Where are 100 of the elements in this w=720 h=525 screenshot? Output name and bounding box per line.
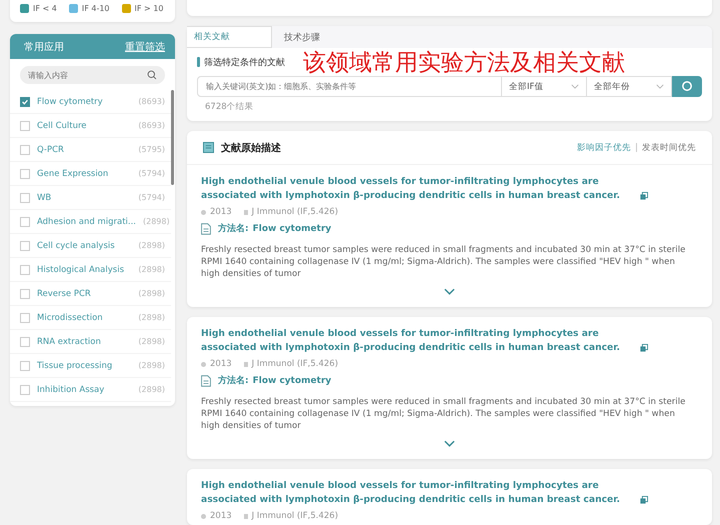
if-dropdown[interactable]: 全部IF值	[502, 76, 587, 97]
square-icon	[244, 514, 248, 518]
annotation-text: 该领域常用实验方法及相关文献	[303, 48, 625, 78]
tab[interactable]: 相关文献	[187, 26, 272, 48]
checkbox[interactable]	[20, 360, 30, 370]
keyword-field[interactable]: 输入关键词(英文)如：细胞系、实验条件等	[197, 76, 502, 97]
item-count: (2898)	[143, 217, 170, 226]
publication-year: 2013	[210, 359, 232, 369]
item-count: (2898)	[138, 241, 165, 250]
legend-label: IF < 4	[33, 4, 57, 12]
filter-item[interactable]: WB (5794)	[10, 186, 171, 210]
copy-icon[interactable]	[640, 192, 648, 200]
filter-item[interactable]: Reverse PCR (2898)	[10, 282, 171, 306]
item-count: (5794)	[138, 169, 165, 178]
item-label: Cell Culture	[37, 120, 88, 130]
item-label: Inhibition Assay	[37, 384, 106, 394]
tab[interactable]: 技术步骤	[272, 26, 332, 48]
scrollbar[interactable]	[171, 90, 174, 185]
dot-icon	[201, 210, 206, 214]
search-field[interactable]: 请输入内容	[20, 66, 165, 84]
section-title: 文献原始描述	[221, 142, 282, 154]
item-label: WB	[37, 192, 52, 202]
document-icon	[203, 142, 214, 153]
item-count: (2898)	[138, 265, 165, 274]
document-icon	[201, 374, 211, 386]
item-count: (8693)	[138, 121, 165, 130]
dot-icon	[201, 514, 206, 518]
method-label: 方法名:	[218, 374, 249, 387]
item-label: Q-PCR	[37, 144, 65, 154]
filter-item[interactable]: Tissue processing (2898)	[10, 354, 171, 378]
article-title-link[interactable]: High endothelial venule blood vessels for tumor-infiltrating lymphocytes are associated with lymphotoxin β-producing dendritic cells in human breast cancer.	[201, 327, 634, 355]
abstract-text: Freshly resected breast tumor samples were reduced in small fragments and incubated 30 min at 37°C in sterile RPMI 1640 containing collagenase IV (1 mg/ml; Sigma-Aldrich). The samples were classified "HEV high " when high densities of tumor	[201, 396, 686, 432]
item-count: (2898)	[138, 313, 165, 322]
item-label: Histological Analysis	[37, 264, 126, 274]
abstract-text: Freshly resected breast tumor samples were reduced in small fragments and incubated 30 min at 37°C in sterile RPMI 1640 containing collagenase IV (1 mg/ml; Sigma-Aldrich). The samples were classified "HEV high " when high densities of tumor	[201, 244, 686, 280]
document-icon	[201, 222, 211, 234]
legend-label: IF > 10	[134, 4, 164, 12]
method-label: 方法名:	[218, 222, 249, 235]
article-title-link[interactable]: High endothelial venule blood vessels for tumor-infiltrating lymphocytes are associated with lymphotoxin β-producing dendritic cells in human breast cancer.	[201, 175, 634, 203]
item-label: Adhesion and migrati...	[37, 216, 136, 226]
filter-item[interactable]: Inhibition Assay (2898)	[10, 378, 171, 402]
filter-item[interactable]: RNA extraction (2898)	[10, 330, 171, 354]
method-name: Flow cytometry	[252, 224, 332, 234]
item-count: (8693)	[138, 97, 165, 106]
journal-name: J Immunol (IF,5.426)	[252, 207, 338, 217]
legend-label: IF 4-10	[82, 4, 110, 12]
item-count: (2898)	[138, 289, 165, 298]
article-title-link[interactable]: High endothelial venule blood vessels for tumor-infiltrating lymphocytes are associated with lymphotoxin β-producing dendritic cells in human breast cancer.	[201, 479, 634, 507]
filter-item[interactable]: Microdissection (2898)	[10, 306, 171, 330]
checkbox[interactable]	[20, 264, 30, 274]
checkbox[interactable]	[20, 312, 30, 322]
sort-link[interactable]: 影响因子优先	[577, 142, 631, 154]
checkbox[interactable]	[20, 240, 30, 250]
dot-icon	[201, 362, 206, 366]
reset-filter-link[interactable]: 重置筛选	[125, 40, 165, 54]
filter-item[interactable]: Adhesion and migrati... (2898)	[10, 210, 171, 234]
item-label: Flow cytometry	[37, 96, 104, 106]
checkbox[interactable]	[20, 216, 30, 226]
item-label: Reverse PCR	[37, 288, 92, 298]
checkbox[interactable]	[20, 144, 30, 154]
item-label: Gene Expression	[37, 168, 110, 178]
filter-item[interactable]: Cell cycle analysis (2898)	[10, 234, 171, 258]
expand-chevron-icon[interactable]	[444, 288, 455, 295]
checkbox[interactable]	[20, 192, 30, 202]
filter-item[interactable]: Histological Analysis (2898)	[10, 258, 171, 282]
item-count: (2898)	[138, 385, 165, 394]
sort-link[interactable]: 发表时间优先	[642, 142, 696, 154]
filter-item[interactable]: Flow cytometry (8693)	[10, 90, 171, 114]
journal-name: J Immunol (IF,5.426)	[252, 359, 338, 369]
item-label: Microdissection	[37, 312, 104, 322]
year-dropdown[interactable]: 全部年份	[587, 76, 672, 97]
publication-year: 2013	[210, 207, 232, 217]
checkbox[interactable]	[20, 96, 30, 106]
item-count: (5795)	[138, 145, 165, 154]
checkbox[interactable]	[20, 168, 30, 178]
method-name: Flow cytometry	[252, 376, 332, 386]
checkbox[interactable]	[20, 384, 30, 394]
checkbox[interactable]	[20, 336, 30, 346]
sidebar-title: 常用应用	[24, 40, 64, 54]
item-count: (2898)	[138, 337, 165, 346]
filter-heading: 筛选特定条件的文献	[204, 56, 285, 68]
filter-item[interactable]: Gene Expression (5794)	[10, 162, 171, 186]
chevron-icon	[656, 84, 664, 89]
item-count: (2898)	[138, 361, 165, 370]
copy-icon[interactable]	[640, 496, 648, 504]
expand-chevron-icon[interactable]	[444, 440, 455, 447]
checkbox[interactable]	[20, 288, 30, 298]
result-count: 6728个结果	[205, 101, 255, 113]
item-label: Cell cycle analysis	[37, 240, 116, 250]
square-icon	[244, 210, 248, 214]
item-label: RNA extraction	[37, 336, 102, 346]
item-label: Tissue processing	[37, 360, 114, 370]
publication-year: 2013	[210, 511, 232, 521]
square-icon	[244, 362, 248, 366]
search-button[interactable]	[672, 76, 702, 97]
journal-name: J Immunol (IF,5.426)	[252, 511, 338, 521]
chevron-icon	[571, 84, 579, 89]
item-count: (5794)	[138, 193, 165, 202]
checkbox[interactable]	[20, 120, 30, 130]
copy-icon[interactable]	[640, 344, 648, 352]
